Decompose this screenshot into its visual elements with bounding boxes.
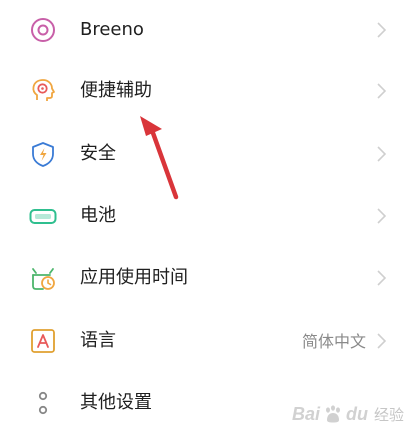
chevron-right-icon bbox=[376, 206, 388, 226]
battery-icon bbox=[28, 201, 58, 231]
settings-item-label: 安全 bbox=[80, 143, 116, 164]
chevron-right-icon bbox=[376, 81, 388, 101]
settings-item-assistive[interactable]: 便捷辅助 bbox=[0, 61, 412, 121]
settings-item-app-usage-time[interactable]: 应用使用时间 bbox=[0, 248, 412, 308]
watermark-brand: Bai bbox=[291, 403, 320, 424]
paw-icon bbox=[325, 405, 340, 423]
settings-item-label: 电池 bbox=[80, 205, 116, 226]
settings-item-language[interactable]: 语言 简体中文 bbox=[0, 311, 412, 371]
settings-item-label: Breeno bbox=[80, 19, 144, 40]
watermark-sub: 经验 bbox=[373, 406, 404, 424]
more-settings-icon bbox=[28, 388, 58, 418]
breeno-icon bbox=[28, 15, 58, 45]
settings-item-breeno[interactable]: Breeno bbox=[0, 0, 412, 60]
settings-item-security[interactable]: 安全 bbox=[0, 124, 412, 184]
settings-item-label: 其他设置 bbox=[80, 392, 152, 413]
chevron-right-icon bbox=[376, 144, 388, 164]
settings-item-battery[interactable]: 电池 bbox=[0, 186, 412, 246]
assistive-head-icon bbox=[28, 76, 58, 106]
language-current-value: 简体中文 bbox=[301, 332, 366, 351]
chevron-right-icon bbox=[376, 20, 388, 40]
chevron-right-icon bbox=[376, 268, 388, 288]
baidu-watermark: Bai du 经验 bbox=[292, 401, 404, 427]
settings-item-label: 语言 bbox=[80, 330, 116, 351]
app-timer-icon bbox=[28, 263, 58, 293]
language-icon bbox=[28, 326, 58, 356]
settings-item-label: 应用使用时间 bbox=[80, 267, 188, 288]
chevron-right-icon bbox=[376, 331, 388, 351]
watermark-brand-tail: du bbox=[345, 403, 368, 424]
settings-item-label: 便捷辅助 bbox=[80, 80, 152, 101]
security-shield-icon bbox=[28, 139, 58, 169]
